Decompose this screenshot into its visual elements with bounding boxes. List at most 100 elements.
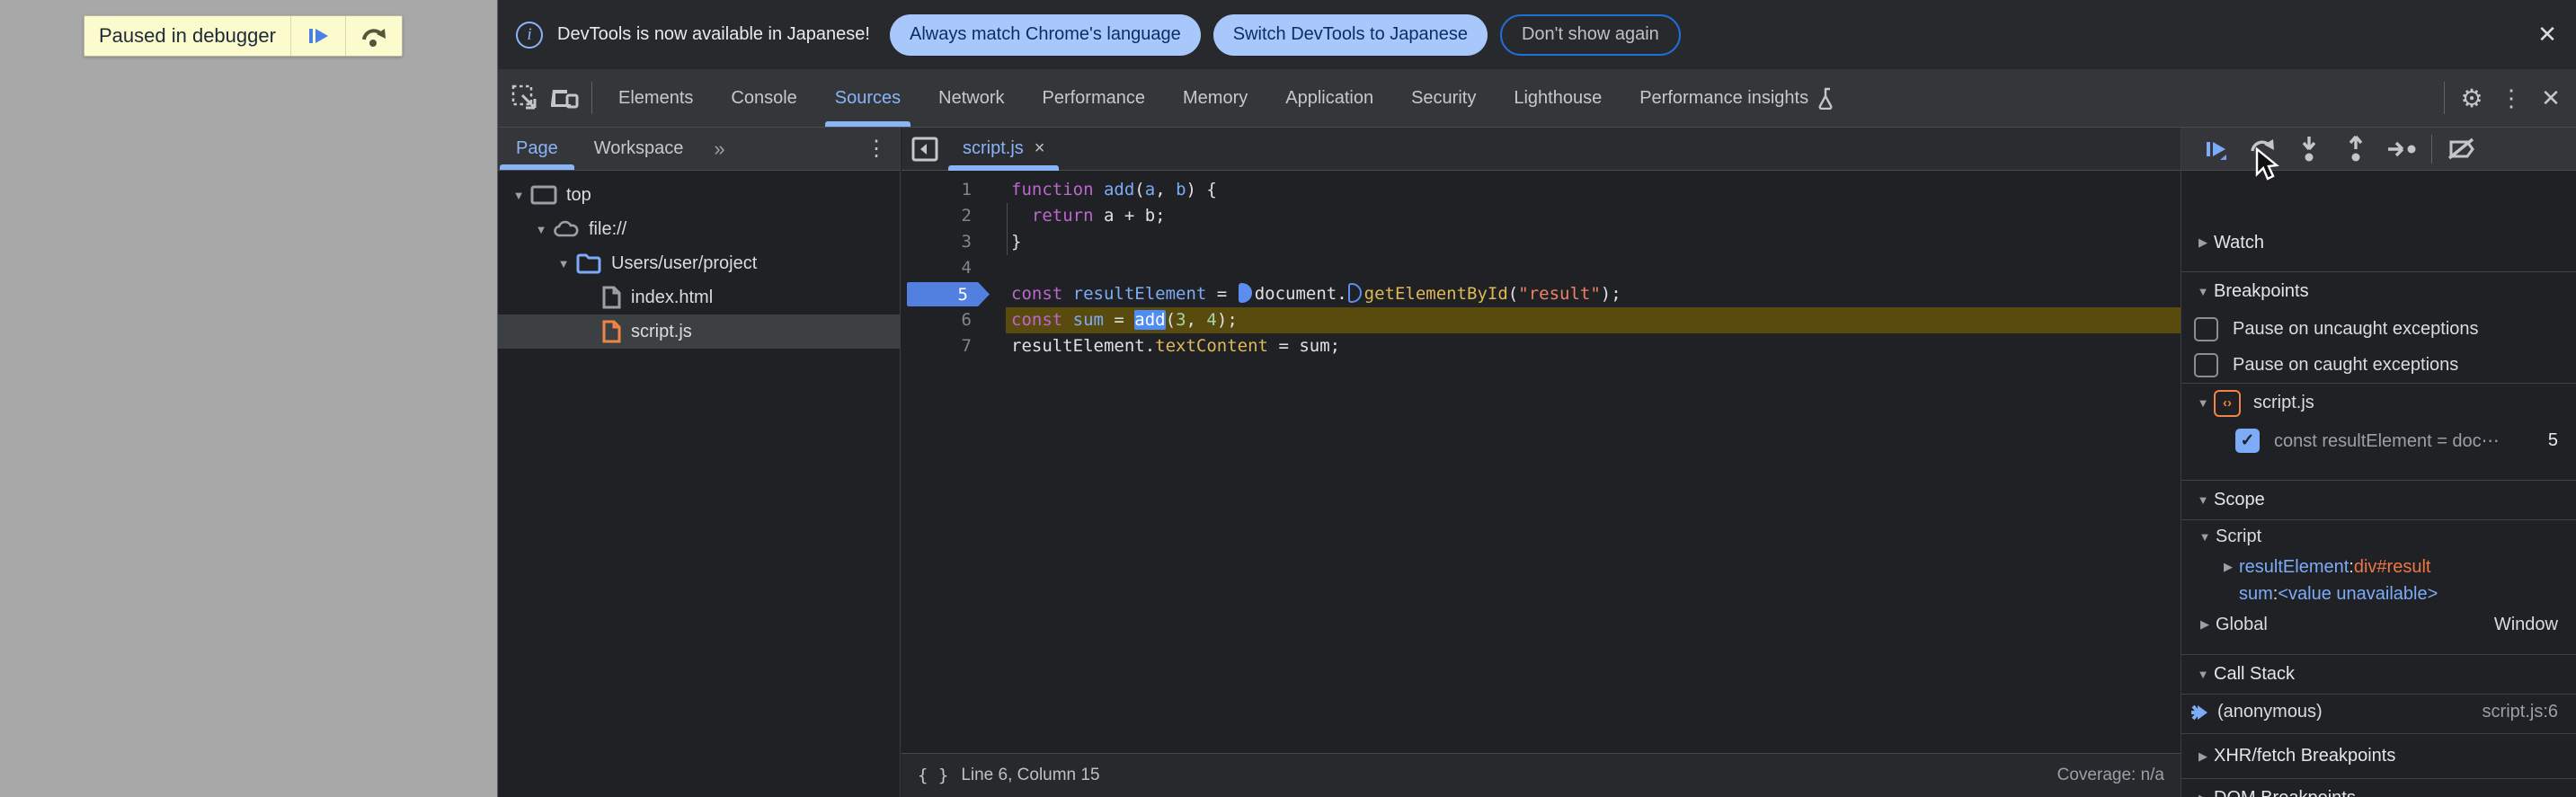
- infobar-close-icon[interactable]: ✕: [2529, 0, 2565, 69]
- step-out-button[interactable]: [2332, 129, 2379, 169]
- toggle-device-toolbar-icon[interactable]: [545, 78, 584, 118]
- token-def: b: [1176, 180, 1186, 199]
- line-number-gutter[interactable]: 3: [902, 229, 1006, 255]
- section-xhr-breakpoints[interactable]: ▶ XHR/fetch Breakpoints: [2181, 733, 2576, 778]
- breakpoint-entry-row[interactable]: ✓ const resultElement = doc⋯ 5: [2181, 422, 2576, 458]
- pause-uncaught-checkbox[interactable]: [2194, 316, 2218, 341]
- hide-navigator-icon[interactable]: [902, 128, 948, 170]
- debugger-sidebar: Step over next function call - F10 - ⌘ '…: [2181, 128, 2576, 797]
- tab-performance-insights[interactable]: Performance insights: [1621, 69, 1856, 127]
- paused-in-debugger-banner: Paused in debugger: [84, 15, 403, 57]
- devtools-close-icon[interactable]: ✕: [2531, 78, 2571, 118]
- tab-sources[interactable]: Sources: [816, 69, 919, 127]
- pretty-print-icon[interactable]: { }: [918, 766, 948, 785]
- line-number-gutter[interactable]: 7: [902, 333, 1006, 359]
- tree-item-label: index.html: [631, 287, 714, 307]
- section-scope[interactable]: ▼ Scope: [2181, 480, 2576, 519]
- line-number-gutter[interactable]: 5: [902, 281, 1006, 307]
- coverage-status: Coverage: n/a: [2056, 766, 2164, 784]
- line-number-gutter[interactable]: 6: [902, 307, 1006, 333]
- devtools-main-toolbar: Elements Console Sources Network Perform…: [498, 69, 2576, 128]
- tab-elements[interactable]: Elements: [600, 69, 712, 127]
- more-options-kebab-icon[interactable]: ⋮: [2492, 78, 2531, 118]
- token-pln: resultElement.: [1011, 336, 1156, 356]
- token-pln: (: [1134, 180, 1145, 199]
- token-def: resultElement: [1072, 284, 1207, 304]
- call-stack-frame-row[interactable]: (anonymous) script.js:6: [2181, 694, 2576, 730]
- tab-lighthouse[interactable]: Lighthouse: [1495, 69, 1621, 127]
- tab-security[interactable]: Security: [1392, 69, 1495, 127]
- section-breakpoints[interactable]: ▼ Breakpoints: [2181, 271, 2576, 311]
- breakpoint-badge[interactable]: 5: [907, 282, 990, 306]
- breakpoint-file-group[interactable]: ▼ ‹› script.js: [2181, 383, 2576, 422]
- code-line-4: 4: [902, 255, 2181, 281]
- scope-var-name: sum: [2239, 583, 2273, 604]
- step-button[interactable]: [2379, 129, 2426, 169]
- token-pln: a + b;: [1093, 206, 1166, 226]
- tree-item-script-js[interactable]: script.js: [498, 314, 900, 349]
- call-stack-frame-location: script.js:6: [2482, 702, 2558, 722]
- editor-tab-script-js[interactable]: script.js ×: [948, 128, 1060, 171]
- scope-script-row[interactable]: ▼ Script: [2181, 519, 2576, 553]
- tab-memory[interactable]: Memory: [1164, 69, 1266, 127]
- step-into-button[interactable]: [2286, 129, 2332, 169]
- tree-item-folder[interactable]: ▼ Users/user/project: [498, 246, 900, 280]
- pause-caught-checkbox[interactable]: [2194, 352, 2218, 377]
- code-line-1: 1 function add(a, b) {: [902, 177, 2181, 203]
- deactivate-breakpoints-button[interactable]: [2438, 129, 2484, 169]
- line-number-gutter[interactable]: 1: [902, 177, 1006, 203]
- inline-breakpoint-marker-active[interactable]: [1238, 283, 1252, 303]
- expand-arrow-icon[interactable]: ▼: [531, 223, 551, 236]
- tree-item-origin[interactable]: ▼ file://: [498, 212, 900, 246]
- token-pln: );: [1216, 310, 1238, 330]
- tab-performance[interactable]: Performance: [1024, 69, 1165, 127]
- debugger-toolbar: [2181, 128, 2576, 181]
- navigator-tab-workspace[interactable]: Workspace: [576, 128, 702, 170]
- line-number-gutter[interactable]: 4: [902, 255, 1006, 281]
- expanded-arrow-icon: ▼: [2197, 396, 2209, 410]
- breakpoint-entry-line: 5: [2547, 429, 2558, 450]
- more-tabs-chevron-icon[interactable]: »: [701, 137, 737, 161]
- editor-tab-close-icon[interactable]: ×: [1035, 138, 1045, 159]
- navigator-tab-page[interactable]: Page: [498, 128, 576, 170]
- resume-script-button[interactable]: [291, 16, 346, 56]
- section-call-stack[interactable]: ▼ Call Stack: [2181, 654, 2576, 694]
- scope-global-row[interactable]: ▶ Global Window: [2181, 607, 2576, 642]
- tree-item-top[interactable]: ▼ top: [498, 178, 900, 212]
- resume-script-execution-button[interactable]: [2192, 129, 2239, 169]
- always-match-language-button[interactable]: Always match Chrome's language: [889, 13, 1201, 56]
- scope-var-resultelement[interactable]: ▶ resultElement : div#result: [2181, 553, 2576, 580]
- token-pln: [1011, 206, 1032, 226]
- token-kw: const: [1011, 310, 1073, 330]
- inspect-element-icon[interactable]: [505, 78, 545, 118]
- expand-arrow-icon[interactable]: ▼: [509, 189, 529, 202]
- code-text: return a + b;: [1006, 203, 2181, 229]
- switch-devtools-japanese-button[interactable]: Switch DevTools to Japanese: [1212, 13, 1488, 56]
- step-over-banner-button[interactable]: [346, 16, 402, 56]
- dont-show-again-button[interactable]: Don't show again: [1499, 13, 1681, 56]
- settings-gear-icon[interactable]: ⚙: [2452, 78, 2492, 118]
- inline-breakpoint-marker-inactive[interactable]: [1347, 283, 1362, 303]
- section-call-stack-title: Call Stack: [2214, 664, 2296, 684]
- tab-console[interactable]: Console: [712, 69, 815, 127]
- breakpoint-entry-checkbox[interactable]: ✓: [2235, 428, 2260, 453]
- line-number-gutter[interactable]: 2: [902, 203, 1006, 229]
- tab-application[interactable]: Application: [1266, 69, 1392, 127]
- tree-item-index-html[interactable]: index.html: [498, 280, 900, 314]
- scope-var-sum[interactable]: sum : <value unavailable>: [2181, 580, 2576, 607]
- expand-arrow-icon[interactable]: ▼: [554, 257, 573, 270]
- html-file-icon: [600, 285, 622, 310]
- section-watch[interactable]: ▶ Watch: [2181, 214, 2576, 271]
- tree-item-label: script.js: [631, 321, 692, 341]
- toolbar-separator: [591, 82, 592, 114]
- frame-icon: [530, 184, 557, 206]
- tab-network[interactable]: Network: [919, 69, 1023, 127]
- scope-var-value: <value unavailable>: [2278, 583, 2438, 604]
- token-pln: (: [1165, 310, 1177, 330]
- navigator-kebab-icon[interactable]: ⋮: [866, 136, 887, 162]
- collapsed-arrow-icon: ▶: [2224, 560, 2233, 573]
- section-dom-breakpoints[interactable]: ▶ DOM Breakpoints: [2181, 778, 2576, 797]
- expanded-arrow-icon: ▼: [2197, 285, 2209, 298]
- code-text: const resultElement = document. getElemen…: [1006, 281, 2181, 307]
